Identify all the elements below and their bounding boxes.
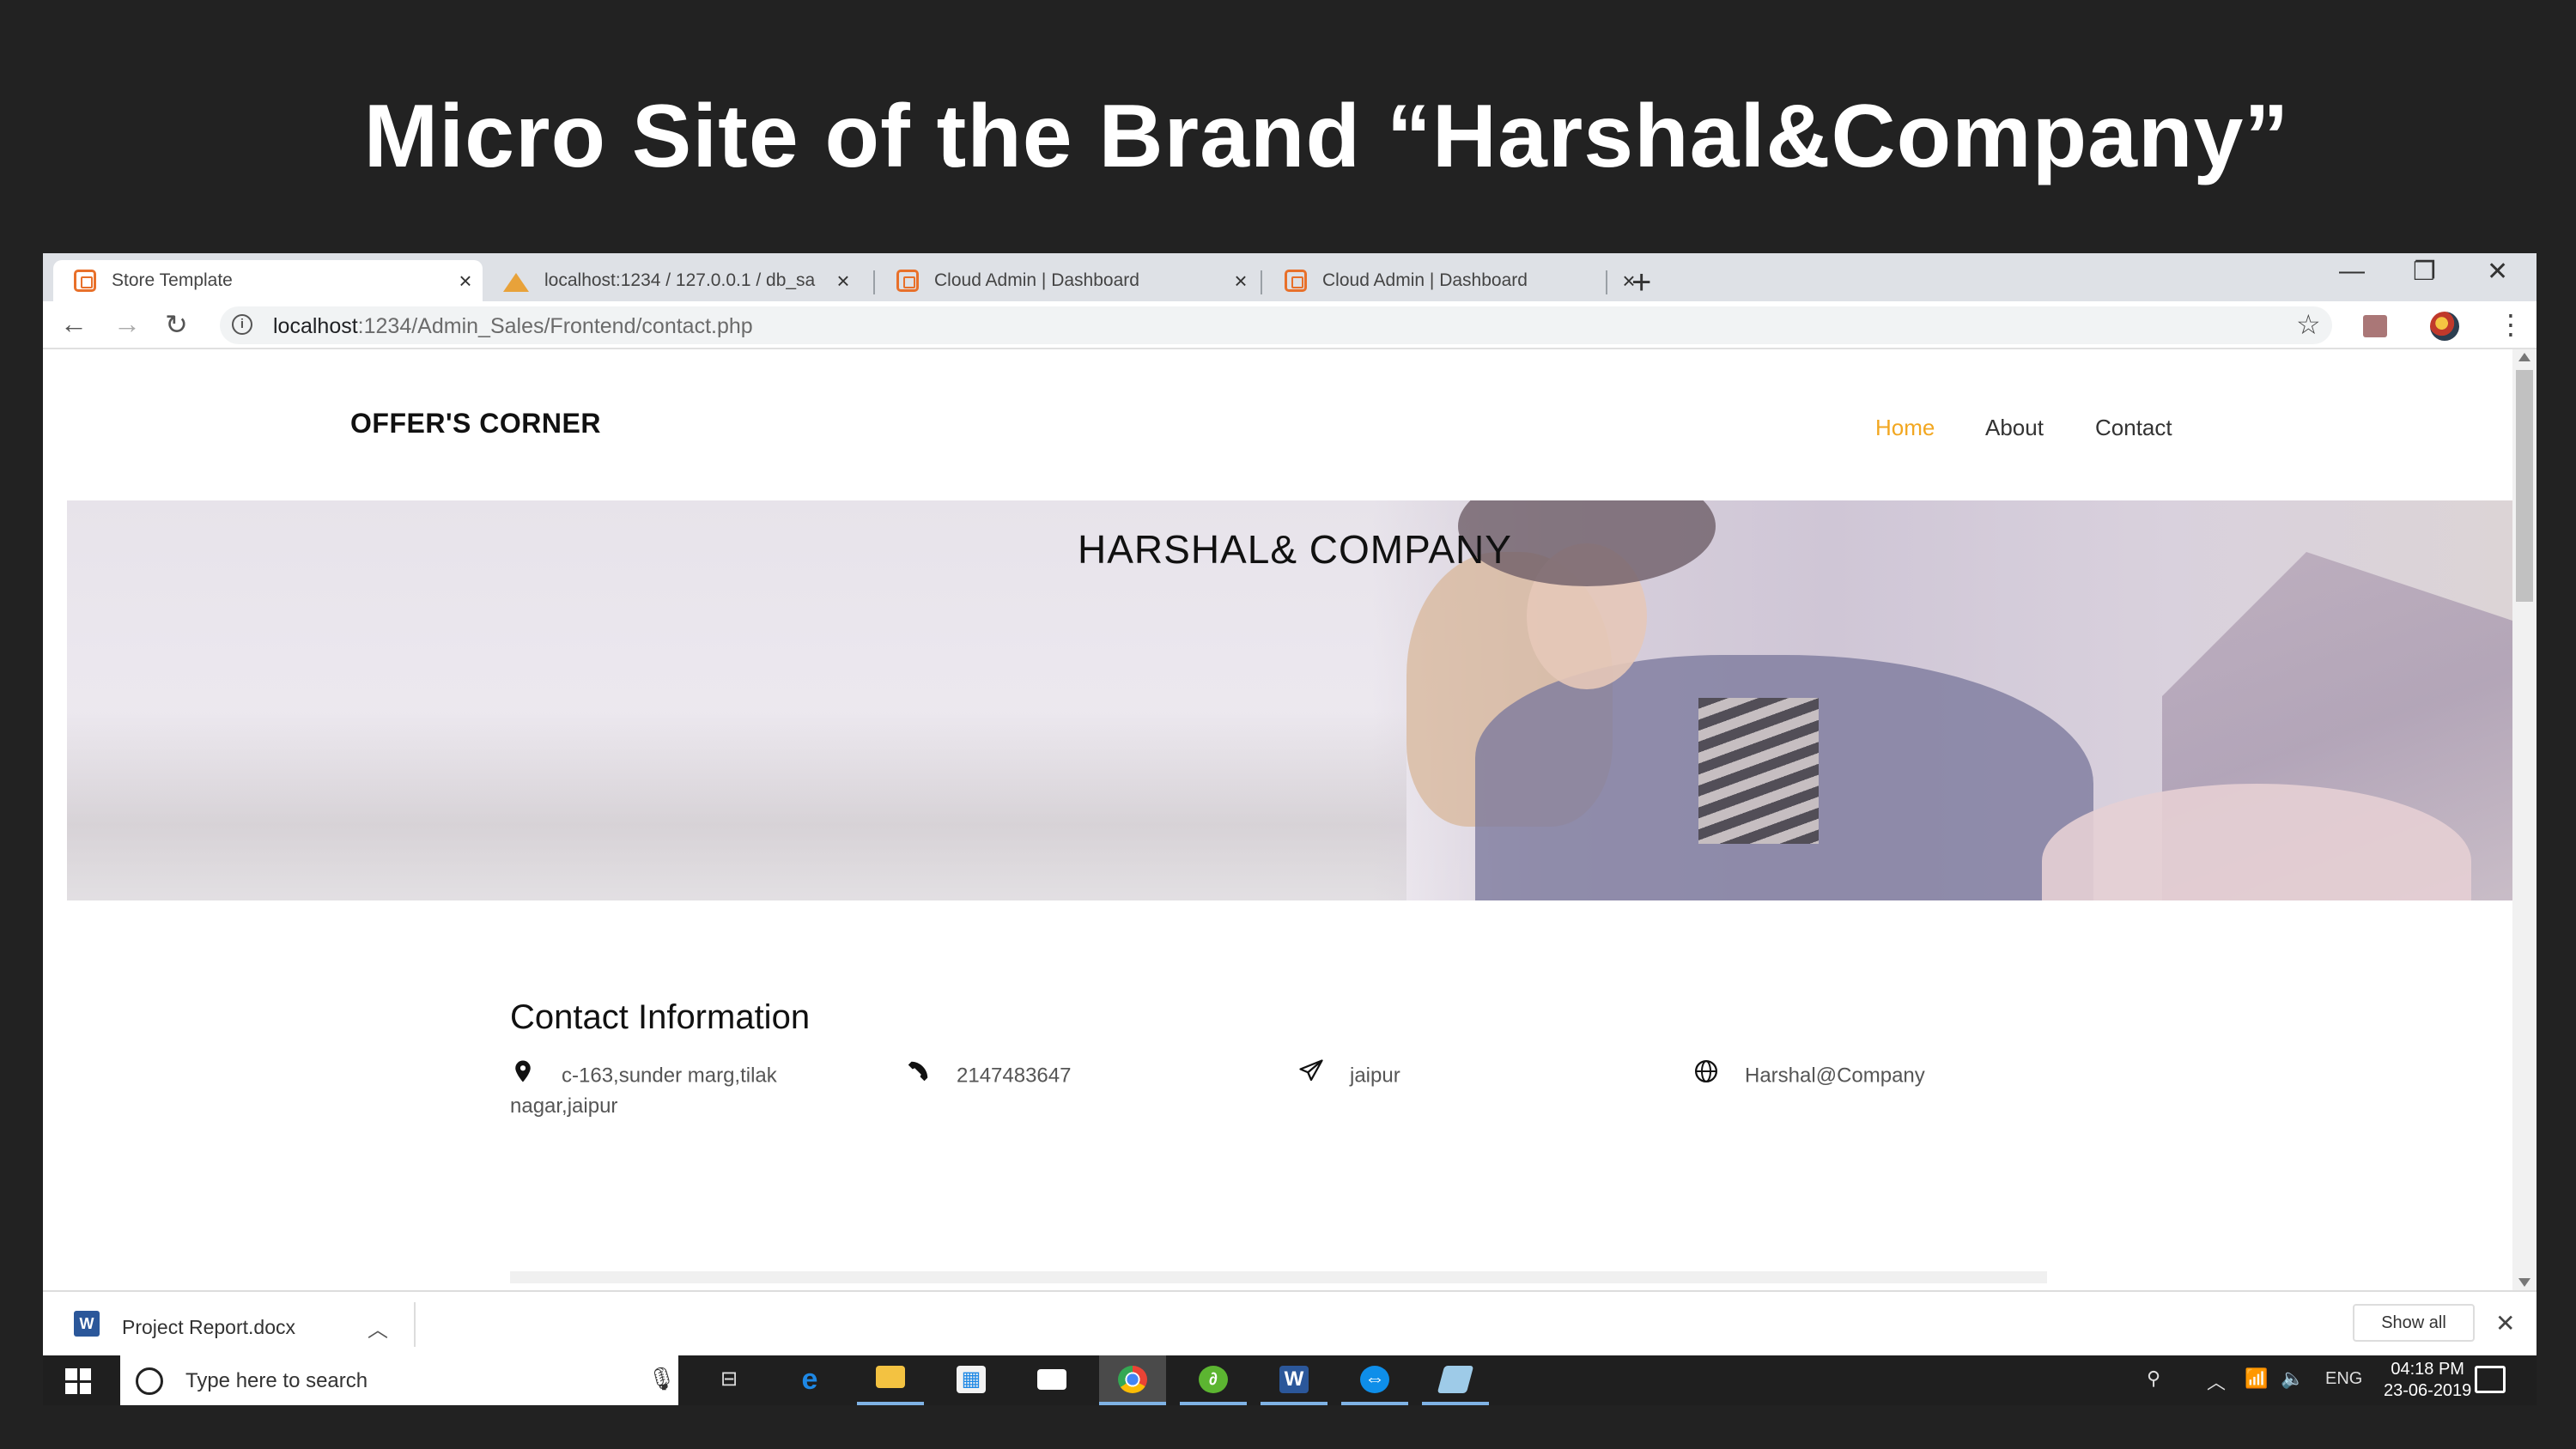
tray-chevron-up-icon[interactable]: ︿ xyxy=(2207,1367,2226,1395)
wifi-icon[interactable]: 📶 xyxy=(2245,1367,2268,1390)
task-view-icon[interactable]: ⊟ xyxy=(696,1355,762,1405)
url-text[interactable]: localhost:1234/Admin_Sales/Frontend/cont… xyxy=(273,314,753,339)
profile-avatar[interactable] xyxy=(2430,312,2459,341)
tab-label: localhost:1234 / 127.0.0.1 / db_sa xyxy=(544,270,816,290)
word-icon[interactable]: W xyxy=(1261,1355,1327,1405)
windows-taskbar: Type here to search 🎙 ⊟ e ▦ ∂ W ⇔ ⚲ ︿ 📶 … xyxy=(43,1355,2537,1405)
back-arrow-icon[interactable]: ← xyxy=(60,308,88,340)
volume-icon[interactable]: 🔈 xyxy=(2281,1367,2304,1390)
download-separator xyxy=(414,1302,416,1347)
globe-icon xyxy=(1695,1060,1717,1082)
menu-kebab-icon[interactable]: ⋮ xyxy=(2497,308,2524,341)
scrollbar-thumb[interactable] xyxy=(2516,370,2533,602)
site-logo[interactable]: OFFER'S CORNER xyxy=(350,408,601,440)
url-path: :1234/Admin_Sales/Frontend/contact.php xyxy=(357,314,753,338)
maximize-button[interactable]: ❐ xyxy=(2413,257,2436,287)
forward-arrow-icon[interactable]: → xyxy=(113,308,141,340)
page-scrollbar[interactable] xyxy=(2512,349,2537,1290)
phone-icon xyxy=(908,1061,928,1082)
contact-city-value: jaipur xyxy=(1350,1064,1400,1088)
chrome-icon[interactable] xyxy=(1099,1355,1166,1405)
download-file-name[interactable]: Project Report.docx xyxy=(122,1316,295,1339)
contact-city: jaipur xyxy=(1298,1059,1400,1089)
tab-close-icon[interactable]: × xyxy=(448,268,483,294)
scroll-up-arrow-icon[interactable] xyxy=(2518,353,2530,361)
edge-browser-icon[interactable]: e xyxy=(776,1355,843,1405)
contact-address-line1: c-163,sunder marg,tilak xyxy=(562,1064,777,1088)
browser-toolbar: ← → ↻ i localhost:1234/Admin_Sales/Front… xyxy=(43,301,2537,349)
paper-plane-icon xyxy=(1299,1059,1323,1082)
taskbar-clock[interactable]: 04:18 PM 23-06-2019 xyxy=(2384,1359,2471,1402)
teamviewer-icon[interactable]: ⇔ xyxy=(1341,1355,1408,1405)
tab-close-icon[interactable]: × xyxy=(1224,268,1258,294)
hero-shirt xyxy=(1698,698,1819,844)
minimize-button[interactable]: — xyxy=(2339,257,2365,286)
browser-window: Store Template × localhost:1234 / 127.0.… xyxy=(43,253,2537,1405)
tab-phpmyadmin[interactable]: localhost:1234 / 127.0.0.1 / db_sa × xyxy=(483,260,860,301)
clock-time: 04:18 PM xyxy=(2391,1360,2464,1379)
xampp-favicon-icon xyxy=(1285,270,1307,292)
windows-start-icon[interactable] xyxy=(65,1368,91,1394)
store-icon[interactable]: ▦ xyxy=(938,1355,1005,1405)
contact-website: Harshal@Company xyxy=(1693,1060,1925,1089)
tab-label: Store Template xyxy=(112,270,233,290)
close-download-bar-icon[interactable]: ✕ xyxy=(2495,1309,2515,1337)
contact-heading: Contact Information xyxy=(510,998,811,1036)
download-bar: W Project Report.docx ︿ Show all ✕ xyxy=(43,1290,2537,1355)
mail-icon[interactable] xyxy=(1018,1355,1085,1405)
hero-trees xyxy=(67,712,1406,900)
tab-label: Cloud Admin | Dashboard xyxy=(934,270,1139,290)
people-icon[interactable]: ⚲ xyxy=(2147,1367,2160,1390)
hero-title: HARSHAL& COMPANY xyxy=(1078,527,1512,572)
contact-website-value: Harshal@Company xyxy=(1745,1064,1925,1088)
show-all-button[interactable]: Show all xyxy=(2353,1304,2475,1342)
new-tab-button[interactable]: + xyxy=(1631,264,1651,302)
map-pin-icon xyxy=(515,1060,531,1082)
tab-cloud-admin-1[interactable]: Cloud Admin | Dashboard × xyxy=(876,260,1258,301)
xampp-favicon-icon xyxy=(896,270,919,292)
tab-close-icon[interactable]: × xyxy=(826,268,860,294)
tab-label: Cloud Admin | Dashboard xyxy=(1322,270,1528,290)
close-window-button[interactable]: ✕ xyxy=(2487,257,2508,287)
reload-icon[interactable]: ↻ xyxy=(165,308,188,341)
nav-about[interactable]: About xyxy=(1985,415,2044,441)
tab-strip: Store Template × localhost:1234 / 127.0.… xyxy=(43,253,2537,301)
contact-address-line2: nagar,jaipur xyxy=(510,1094,618,1118)
tab-store-template[interactable]: Store Template × xyxy=(53,260,483,301)
url-host: localhost xyxy=(273,314,358,338)
section-divider xyxy=(510,1271,2047,1283)
site-info-icon[interactable]: i xyxy=(232,314,252,335)
address-bar[interactable]: i localhost:1234/Admin_Sales/Frontend/co… xyxy=(220,306,2332,344)
phpmyadmin-favicon-icon xyxy=(503,270,529,292)
nav-home[interactable]: Home xyxy=(1875,415,1935,441)
pdf-extension-icon[interactable] xyxy=(2363,315,2387,337)
taskbar-search-box[interactable]: Type here to search 🎙 xyxy=(120,1355,678,1405)
cortana-circle-icon xyxy=(136,1367,163,1395)
language-indicator[interactable]: ENG xyxy=(2325,1369,2362,1389)
notepad-app-icon[interactable] xyxy=(1422,1355,1489,1405)
chevron-up-icon[interactable]: ︿ xyxy=(368,1313,388,1343)
file-explorer-icon[interactable] xyxy=(857,1355,924,1405)
tab-separator xyxy=(1606,270,1607,294)
tab-separator xyxy=(1261,270,1262,294)
app-green-icon[interactable]: ∂ xyxy=(1180,1355,1247,1405)
contact-address: c-163,sunder marg,tilak xyxy=(510,1060,777,1089)
tab-cloud-admin-2[interactable]: Cloud Admin | Dashboard × xyxy=(1264,260,1646,301)
notification-center-icon[interactable] xyxy=(2475,1366,2506,1393)
contact-phone-value: 2147483647 xyxy=(957,1064,1072,1088)
slide-title: Micro Site of the Brand “Harshal&Company… xyxy=(363,87,2290,186)
bookmark-star-icon[interactable]: ☆ xyxy=(2296,308,2321,341)
clock-date: 23-06-2019 xyxy=(2384,1381,2472,1400)
tab-separator xyxy=(873,270,875,294)
xampp-favicon-icon xyxy=(74,270,96,292)
page-viewport: OFFER'S CORNER Home About Contact HARSHA… xyxy=(43,349,2512,1290)
word-document-icon: W xyxy=(74,1311,100,1337)
nav-contact[interactable]: Contact xyxy=(2095,415,2172,441)
taskbar-search-placeholder: Type here to search xyxy=(185,1369,368,1392)
scroll-down-arrow-icon[interactable] xyxy=(2518,1278,2530,1287)
microphone-icon[interactable]: 🎙 xyxy=(647,1366,676,1392)
contact-phone: 2147483647 xyxy=(905,1061,1072,1089)
